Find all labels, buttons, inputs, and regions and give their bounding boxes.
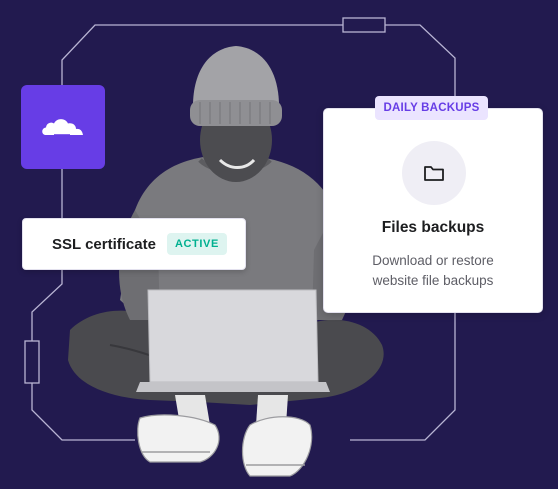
folder-icon xyxy=(424,166,444,181)
files-backups-description: Download or restore website file backups xyxy=(324,251,542,291)
files-backups-description-line-2: website file backups xyxy=(372,273,494,288)
files-backups-description-line-1: Download or restore xyxy=(372,253,494,268)
files-backups-card: Files backups Download or restore websit… xyxy=(323,108,543,313)
daily-backups-badge: DAILY BACKUPS xyxy=(375,96,488,120)
folder-icon-circle xyxy=(402,141,466,205)
files-backups-title: Files backups xyxy=(381,219,485,236)
ssl-status-badge: ACTIVE xyxy=(166,233,227,255)
ssl-certificate-title: SSL certificate xyxy=(52,235,156,253)
ssl-certificate-card: SSL certificate ACTIVE xyxy=(22,218,246,270)
